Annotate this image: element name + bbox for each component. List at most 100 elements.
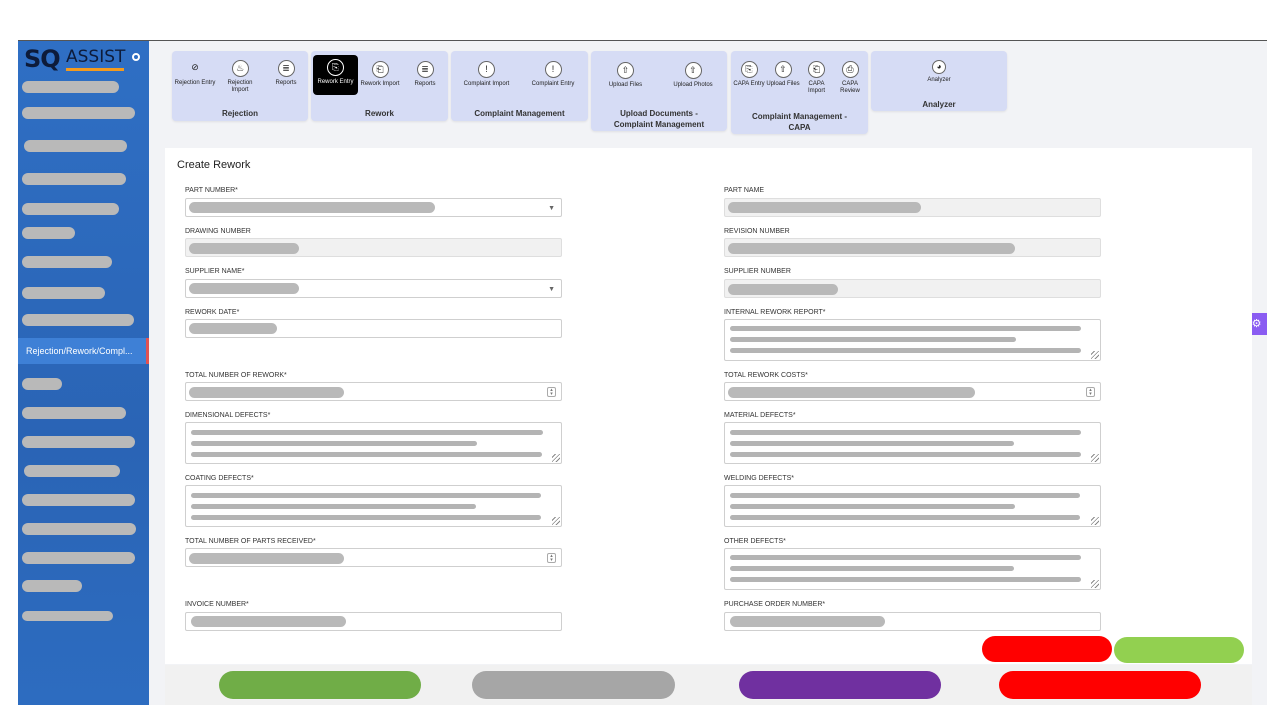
welding-defects-textarea[interactable] [724,485,1101,527]
tool-label: Rework Import [360,81,400,87]
sidebar-item[interactable] [22,407,126,419]
text-line-placeholder [730,452,1081,457]
coating-defects-label: COATING DEFECTS* [185,475,254,482]
form-save-button[interactable] [1114,637,1244,663]
field-value-placeholder [728,284,838,295]
text-line-placeholder [191,441,477,446]
tool-capa-entry[interactable]: ⎘ CAPA Entry [731,61,767,88]
purchase-order-number-label: PURCHASE ORDER NUMBER* [724,601,826,608]
analyzer-icon: ◕ [932,60,946,74]
tool-label: CAPA Entry [733,81,765,87]
supplier-number-label: SUPPLIER NUMBER [724,268,791,275]
tool-rework-import[interactable]: ⎗ Rework Import [359,61,401,88]
toolbar-group-analyzer: ◕ Analyzer Analyzer [871,51,1007,111]
tool-label: CAPA Review [840,81,860,94]
sidebar-item[interactable] [22,203,119,215]
sidebar: SQ ASSIST Rejection/Rework/Compl... [18,41,149,705]
stepper-icon[interactable]: ▴ ▾ [547,387,556,397]
resize-handle-icon[interactable] [552,454,560,462]
supplier-name-select[interactable]: ▼ [185,279,562,298]
tool-complaint-import[interactable]: ! Complaint Import [459,61,514,88]
total-number-of-rework-input[interactable]: ▴ ▾ [185,382,562,401]
sidebar-item[interactable] [22,227,75,239]
drawing-number-label: DRAWING NUMBER [185,228,251,235]
rework-import-icon: ⎗ [371,61,389,78]
tool-rework-entry[interactable]: ⎘ Rework Entry [313,55,358,95]
sidebar-item[interactable] [22,436,135,448]
other-defects-textarea[interactable] [724,548,1101,590]
dimensional-defects-textarea[interactable] [185,422,562,464]
field-value-placeholder [728,243,1015,254]
chevron-down-icon: ▼ [548,286,555,293]
total-rework-costs-input[interactable]: ▴ ▾ [724,382,1101,401]
logo-assist: ASSIST [66,47,126,67]
tool-label: Analyzer [927,77,951,83]
tool-upload-photos[interactable]: ⇧ Upload Photos [669,62,717,89]
rework-date-input[interactable] [185,319,562,338]
text-line-placeholder [730,493,1080,498]
text-line-placeholder [730,504,1015,509]
total-parts-received-label: TOTAL NUMBER OF PARTS RECEIVED* [185,538,316,545]
footer-red-button[interactable] [999,671,1201,699]
tool-rejection-import[interactable]: ♨ Rejection Import [220,60,260,94]
tool-complaint-entry[interactable]: ! Complaint Entry [525,61,581,88]
sidebar-item[interactable] [22,378,62,390]
resize-handle-icon[interactable] [552,517,560,525]
material-defects-textarea[interactable] [724,422,1101,464]
sidebar-item[interactable] [22,552,135,564]
sidebar-item[interactable] [22,287,105,299]
sidebar-item[interactable] [22,107,135,119]
app-logo[interactable]: SQ ASSIST [24,45,146,75]
purchase-order-number-input[interactable] [724,612,1101,631]
part-name-label: PART NAME [724,187,765,194]
tool-label: CAPA Import [807,81,825,94]
tool-rejection-entry[interactable]: ⊘ Rejection Entry [174,60,216,87]
sidebar-item[interactable] [22,580,82,592]
stepper-icon[interactable]: ▴ ▾ [1086,387,1095,397]
stepper-icon[interactable]: ▴ ▾ [547,553,556,563]
complaint-import-icon: ! [478,61,495,78]
sidebar-item[interactable] [24,140,127,152]
tool-rework-reports[interactable]: ≣ Reports [405,61,445,88]
tool-analyzer[interactable]: ◕ Analyzer [917,60,961,84]
sidebar-toggle-icon[interactable] [132,53,140,61]
resize-handle-icon[interactable] [1091,580,1099,588]
sidebar-item[interactable] [22,523,136,535]
sidebar-item-rejection-rework-complaint[interactable]: Rejection/Rework/Compl... [18,338,149,364]
tool-upload-files[interactable]: ⇧ Upload Files [603,62,648,89]
sidebar-item[interactable] [22,314,134,326]
tool-capa-import[interactable]: ⎗ CAPA Import [801,61,832,95]
text-line-placeholder [730,430,1081,435]
footer-gray-button[interactable] [472,671,675,699]
tool-capa-upload-files[interactable]: ⇧ Upload Files [765,61,801,88]
resize-handle-icon[interactable] [1091,351,1099,359]
field-value-placeholder [189,323,277,334]
sidebar-item[interactable] [22,81,119,93]
coating-defects-textarea[interactable] [185,485,562,527]
document-icon: ≣ [277,60,295,77]
tool-label: Upload Files [608,82,643,88]
other-defects-label: OTHER DEFECTS* [724,538,786,545]
sidebar-item[interactable] [22,256,112,268]
part-name-field [724,198,1101,217]
invoice-number-input[interactable] [185,612,562,631]
resize-handle-icon[interactable] [1091,517,1099,525]
sidebar-item[interactable] [22,494,135,506]
toolbar-group-rework: ⎘ Rework Entry ⎗ Rework Import ≣ Reports… [311,51,448,121]
capa-entry-icon: ⎘ [740,61,758,78]
resize-handle-icon[interactable] [1091,454,1099,462]
sidebar-item[interactable] [24,465,120,477]
sidebar-item[interactable] [22,173,126,185]
field-value-placeholder [189,553,344,564]
internal-rework-report-textarea[interactable] [724,319,1101,361]
tool-capa-review[interactable]: ⎙ CAPA Review [835,61,865,95]
form-cancel-button[interactable] [982,636,1112,662]
total-parts-received-input[interactable]: ▴ ▾ [185,548,562,567]
drawing-number-field [185,238,562,257]
part-number-select[interactable]: ▼ [185,198,562,217]
tool-rejection-reports[interactable]: ≣ Reports [266,60,306,87]
sidebar-item[interactable] [22,611,113,621]
footer-purple-button[interactable] [739,671,941,699]
footer-green-button[interactable] [219,671,421,699]
document-icon: ≣ [416,61,434,78]
